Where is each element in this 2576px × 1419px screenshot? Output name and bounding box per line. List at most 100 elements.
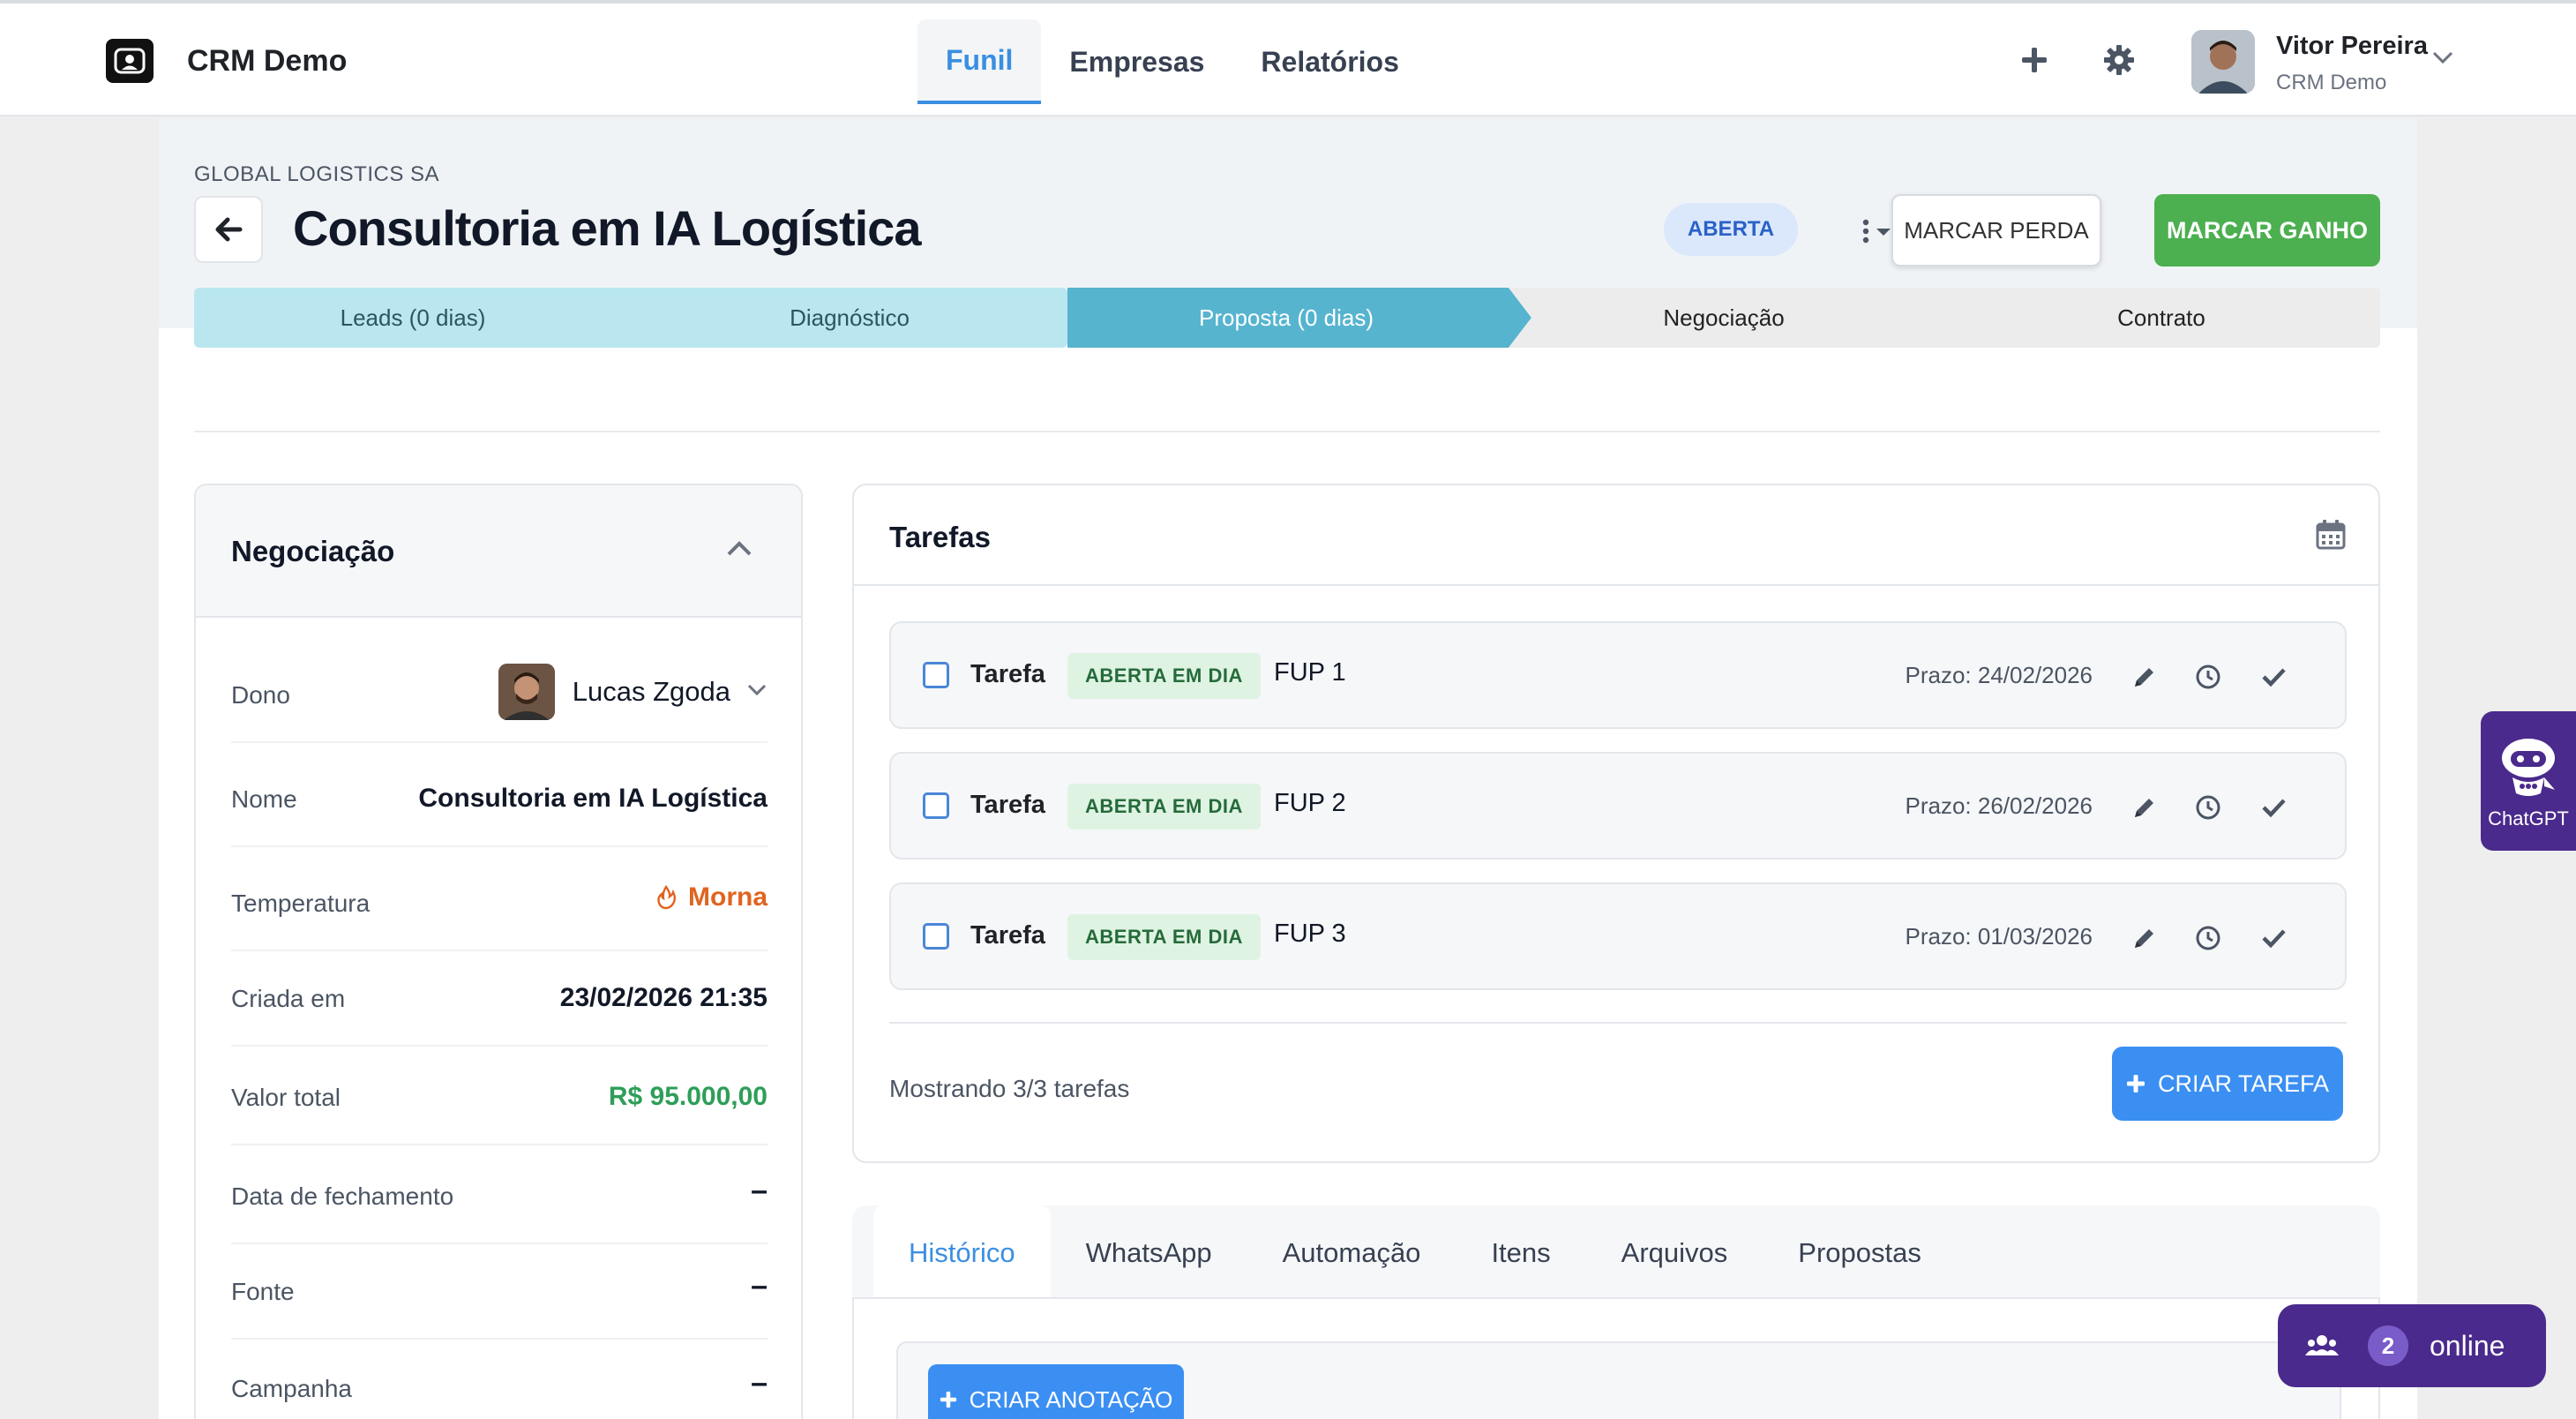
settings-button[interactable] [2100, 41, 2138, 79]
user-avatar[interactable] [2191, 30, 2255, 94]
field-label: Campanha [231, 1375, 352, 1402]
check-icon [2262, 799, 2286, 818]
online-users-pill[interactable]: 2 online [2278, 1304, 2546, 1387]
user-menu-chevron-down-icon[interactable] [2431, 49, 2454, 70]
calendar-icon[interactable] [2315, 519, 2347, 555]
create-task-button[interactable]: CRIAR TAREFA [2112, 1047, 2343, 1121]
snooze-task-button[interactable] [2191, 660, 2225, 694]
task-status-badge: ABERTA EM DIA [1067, 784, 1261, 830]
field-value[interactable]: Consultoria em IA Logística [418, 784, 768, 814]
field-name: Nome Consultoria em IA Logística [231, 750, 768, 847]
stage-contrato[interactable]: Contrato [1943, 288, 2380, 348]
complete-task-button[interactable] [2257, 791, 2290, 824]
stage-proposta[interactable]: Proposta (0 dias) [1067, 288, 1505, 348]
stage-leads[interactable]: Leads (0 dias) [194, 288, 632, 348]
owner-name: Lucas Zgoda [572, 676, 730, 707]
chevron-down-icon [746, 683, 768, 702]
edit-task-button[interactable] [2128, 791, 2161, 824]
field-created: Criada em 23/02/2026 21:35 [231, 950, 768, 1047]
field-value[interactable]: – [751, 1269, 768, 1303]
pencil-icon [2135, 668, 2153, 687]
create-note-label: CRIAR ANOTAÇÃO [969, 1385, 1173, 1413]
task-row: Tarefa ABERTA EM DIA FUP 3 Prazo: 01/03/… [889, 882, 2347, 990]
edit-task-button[interactable] [2128, 660, 2161, 694]
flame-icon [657, 885, 676, 910]
task-checkbox[interactable] [923, 792, 949, 819]
mark-lost-button[interactable]: MARCAR PERDA [1891, 194, 2101, 267]
kebab-dropdown-icon [1862, 219, 1891, 244]
stage-diagnostico[interactable]: Diagnóstico [632, 288, 1067, 348]
tab-arquivos[interactable]: Arquivos [1586, 1205, 1764, 1301]
chatgpt-label: ChatGPT [2488, 807, 2569, 830]
deal-title: Consultoria em IA Logística [293, 200, 921, 256]
snooze-task-button[interactable] [2191, 791, 2225, 824]
create-task-label: CRIAR TAREFA [2157, 1070, 2330, 1097]
history-tab-content: CRIAR ANOTAÇÃO [852, 1297, 2380, 1419]
task-checkbox[interactable] [923, 923, 949, 950]
top-navbar: CRM Demo Funil Empresas Relatórios Vitor… [0, 0, 2576, 116]
stage-negociacao[interactable]: Negociação [1505, 288, 1943, 348]
plus-icon [940, 1391, 956, 1408]
nav-tab-funil[interactable]: Funil [917, 19, 1042, 104]
task-name[interactable]: FUP 2 [1274, 789, 1346, 818]
chatgpt-widget[interactable]: ChatGPT [2481, 711, 2576, 851]
online-label: online [2430, 1329, 2505, 1362]
tasks-header: Tarefas [854, 485, 2378, 586]
tab-historico[interactable]: Histórico [873, 1205, 1051, 1301]
complete-task-button[interactable] [2257, 660, 2290, 694]
field-label: Criada em [231, 985, 346, 1012]
task-type: Tarefa [970, 921, 1045, 950]
edit-task-button[interactable] [2128, 921, 2161, 955]
snooze-task-button[interactable] [2191, 921, 2225, 955]
status-badge: ABERTA [1664, 203, 1798, 256]
create-note-button[interactable]: CRIAR ANOTAÇÃO [928, 1364, 1184, 1419]
field-value[interactable]: – [751, 1174, 768, 1208]
field-value[interactable]: – [751, 1366, 768, 1400]
check-icon [2262, 668, 2286, 687]
user-name[interactable]: Vitor Pereira [2276, 32, 2428, 61]
complete-task-button[interactable] [2257, 921, 2290, 955]
owner-select[interactable]: Lucas Zgoda [498, 664, 768, 720]
task-due-date: Prazo: 01/03/2026 [1905, 923, 2093, 950]
field-label: Data de fechamento [231, 1182, 454, 1210]
temperature-label: Morna [688, 882, 768, 912]
nav-tab-relatorios[interactable]: Relatórios [1232, 19, 1427, 104]
temperature-value[interactable]: Morna [656, 882, 768, 912]
field-owner: Dono Lucas Zgoda [231, 646, 768, 743]
back-button[interactable] [194, 196, 263, 263]
tab-automacao[interactable]: Automação [1247, 1205, 1456, 1301]
deal-page: GLOBAL LOGISTICS SA Consultoria em IA Lo… [159, 118, 2417, 1419]
mark-won-button[interactable]: MARCAR GANHO [2154, 194, 2380, 267]
task-due-date: Prazo: 24/02/2026 [1905, 662, 2093, 688]
robot-icon [2502, 739, 2555, 796]
users-icon [2305, 1335, 2339, 1355]
field-label: Valor total [231, 1084, 341, 1111]
plus-icon [2126, 1075, 2145, 1092]
task-row: Tarefa ABERTA EM DIA FUP 2 Prazo: 26/02/… [889, 752, 2347, 860]
header-divider [194, 431, 2380, 432]
detail-tab-bar: Histórico WhatsApp Automação Itens Arqui… [873, 1205, 1957, 1301]
task-name[interactable]: FUP 1 [1274, 658, 1346, 687]
tasks-title: Tarefas [889, 521, 991, 553]
task-row: Tarefa ABERTA EM DIA FUP 1 Prazo: 24/02/… [889, 621, 2347, 729]
company-breadcrumb[interactable]: GLOBAL LOGISTICS SA [194, 162, 439, 187]
tab-itens[interactable]: Itens [1456, 1205, 1585, 1301]
field-temperature: Temperatura Morna [231, 854, 768, 951]
tab-whatsapp[interactable]: WhatsApp [1051, 1205, 1247, 1301]
clock-icon [2196, 795, 2220, 820]
task-name[interactable]: FUP 3 [1274, 920, 1346, 949]
task-type: Tarefa [970, 660, 1045, 688]
brand-logo-icon [106, 39, 154, 83]
field-label: Fonte [231, 1278, 295, 1305]
add-button[interactable] [2015, 41, 2054, 79]
collapse-chevron-up-icon[interactable] [725, 538, 753, 562]
field-label: Temperatura [231, 890, 371, 917]
negotiation-panel-header[interactable]: Negociação [196, 485, 801, 618]
panel-title: Negociação [231, 535, 395, 567]
brand[interactable]: CRM Demo [106, 39, 347, 83]
arrow-left-icon [215, 217, 243, 242]
tab-propostas[interactable]: Propostas [1763, 1205, 1957, 1301]
pencil-icon [2135, 799, 2153, 817]
task-checkbox[interactable] [923, 662, 949, 688]
nav-tab-empresas[interactable]: Empresas [1041, 19, 1232, 104]
